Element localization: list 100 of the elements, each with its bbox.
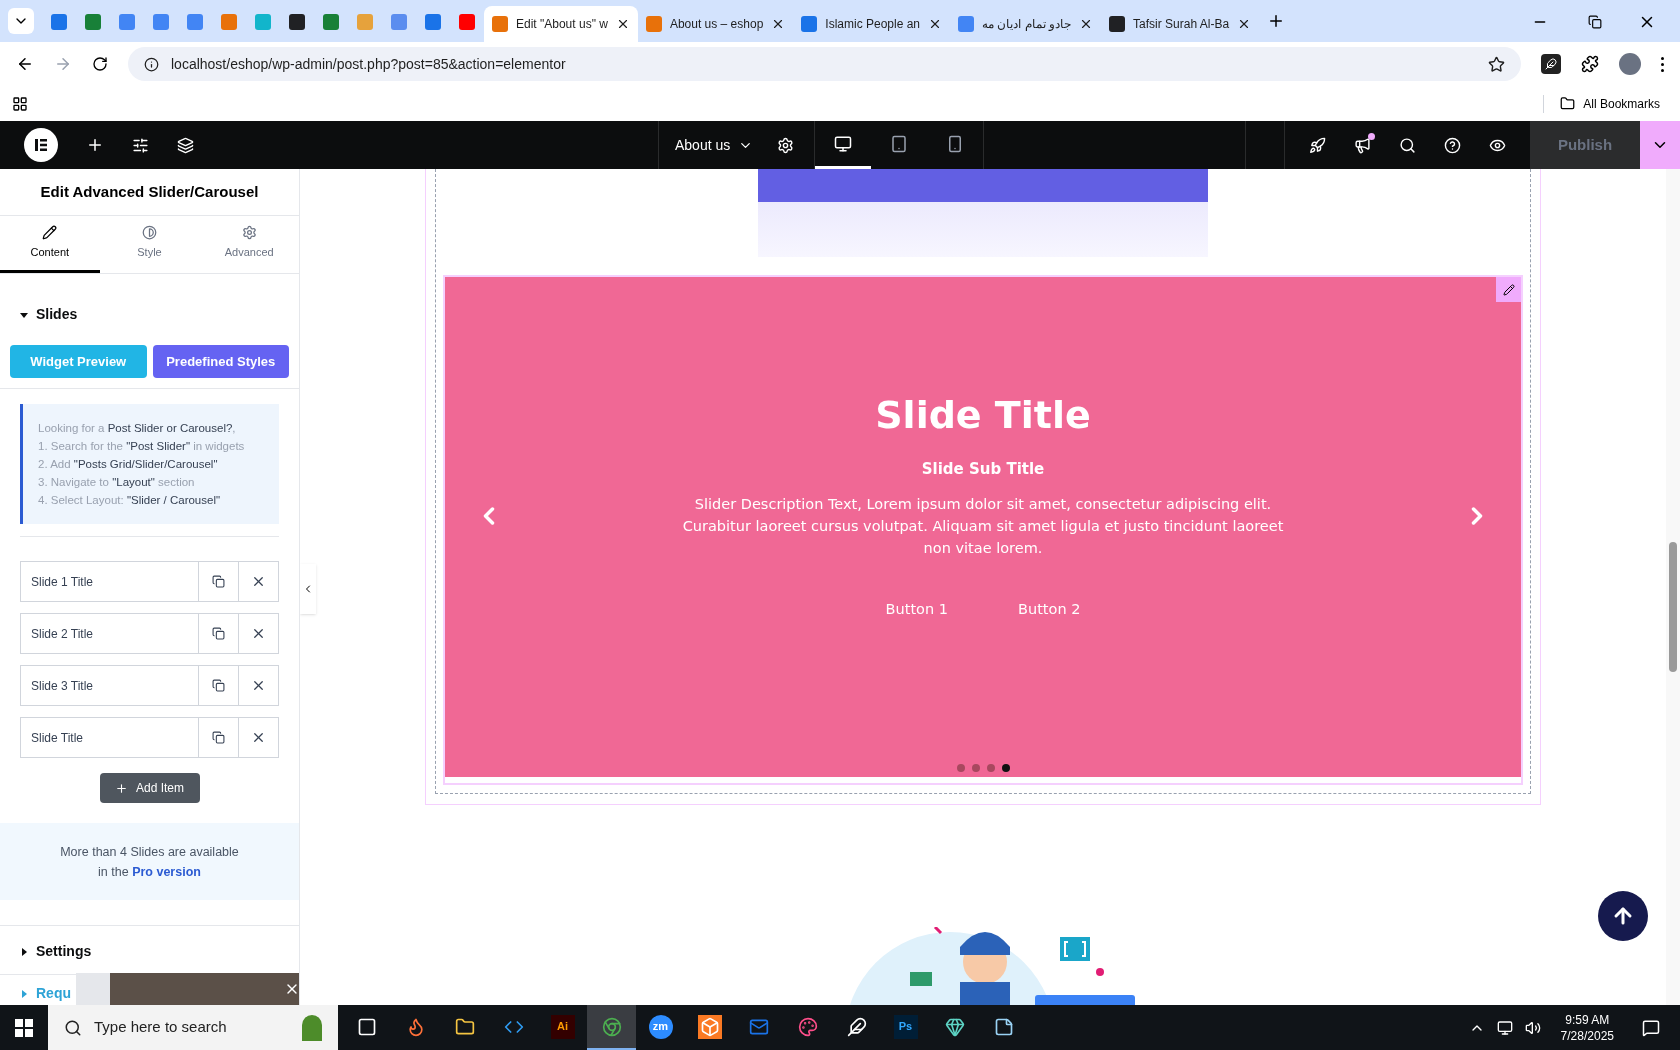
panel-tab[interactable]: Content <box>0 216 100 273</box>
section-header[interactable]: Settings <box>20 941 92 962</box>
edit-widget-button[interactable] <box>1496 277 1521 302</box>
elementor-logo-icon[interactable] <box>24 128 58 162</box>
tab-title: About us – eshop <box>669 16 764 33</box>
tab-title: Edit "About us" w <box>516 16 608 33</box>
desktop-icon <box>834 134 853 153</box>
app-icon <box>993 1016 1014 1037</box>
avatar-icon[interactable] <box>1619 53 1641 75</box>
app-icon <box>797 1016 818 1037</box>
pro-notice-text: More than 4 Slides are available <box>60 843 239 861</box>
pro-version-link[interactable]: Pro version <box>132 864 201 879</box>
browser-tab[interactable]: Tafsir Surah Al-Ba <box>1101 6 1260 42</box>
settings-sliders-icon[interactable] <box>132 136 149 154</box>
extensions-icon[interactable] <box>1581 55 1599 73</box>
slide-item[interactable]: Slide Title <box>20 717 279 758</box>
windows-logo-icon <box>15 1018 33 1037</box>
notice-line: 2. Add "Posts Grid/Slider/Carousel" <box>38 457 219 472</box>
pencil-icon <box>1502 283 1515 296</box>
notice-line: 3. Navigate to "Layout" section <box>38 475 196 490</box>
slide-item-title: Slide 2 Title <box>30 625 95 643</box>
layers-icon[interactable] <box>177 136 194 154</box>
scroll-top-button[interactable] <box>1598 891 1648 941</box>
reload-icon[interactable] <box>92 56 108 72</box>
site-icon <box>459 14 475 30</box>
app-icon <box>601 1016 622 1037</box>
panel-title: Edit Advanced Slider/Carousel <box>0 169 299 216</box>
site-icon <box>187 14 203 30</box>
all-bookmarks-button[interactable]: All Bookmarks <box>1552 94 1668 113</box>
notice-line: 4. Select Layout: "Slider / Carousel" <box>38 493 222 508</box>
apps-icon[interactable] <box>12 95 28 112</box>
copy-icon <box>212 575 225 588</box>
section-header[interactable]: Slides <box>20 304 78 325</box>
network-icon[interactable] <box>1496 1019 1513 1036</box>
tab-title: Tafsir Surah Al-Ba <box>1133 16 1230 33</box>
extension-icon[interactable] <box>1541 54 1561 74</box>
app-icon <box>699 1016 720 1037</box>
settings-icon[interactable] <box>777 136 795 154</box>
address-field[interactable]: localhost/eshop/wp-admin/post.php?post=85&action=elementor <box>128 47 1521 81</box>
site-icon <box>255 14 271 30</box>
tab-search-button[interactable] <box>8 8 34 34</box>
app-icon <box>356 1016 377 1037</box>
pro-notice-text: in the Pro version <box>98 863 201 881</box>
caret-right-icon <box>20 989 28 998</box>
panel-action-button[interactable]: Predefined Styles <box>152 345 289 378</box>
menu-icon[interactable] <box>1661 56 1664 72</box>
app-icon <box>454 1016 475 1037</box>
site-icon <box>85 14 101 30</box>
slide-item[interactable]: Slide 3 Title <box>20 665 279 706</box>
browser-tab[interactable]: Edit "About us" w <box>484 6 638 42</box>
tablet-icon <box>890 134 909 153</box>
taskbar-search-field[interactable]: Type here to search <box>48 1005 338 1050</box>
close-icon <box>251 678 266 693</box>
slide-title: Slide Title <box>875 392 1091 439</box>
panel-tab[interactable]: Advanced <box>199 216 299 273</box>
slide-item[interactable]: Slide 1 Title <box>20 561 279 602</box>
copy-icon <box>212 731 225 744</box>
site-icon <box>391 14 407 30</box>
panel-tab[interactable]: Style <box>99 216 200 273</box>
plant-icon <box>302 1014 322 1041</box>
bookmark-star-icon[interactable] <box>1488 55 1505 73</box>
slide-item-title: Slide 3 Title <box>30 677 95 695</box>
taskbar-app[interactable]: Ps <box>881 1005 930 1050</box>
volume-icon[interactable] <box>1524 1019 1541 1036</box>
close-icon <box>251 626 266 641</box>
slide-item-title: Slide 1 Title <box>30 573 95 591</box>
add-item-button[interactable]: Add Item <box>99 773 200 803</box>
tab-title: Islamic People an <box>825 16 921 33</box>
notice-line: 1. Search for the "Post Slider" in widgets <box>38 439 246 454</box>
search-icon[interactable] <box>1399 136 1416 154</box>
restore-icon[interactable] <box>1588 15 1602 29</box>
taskbar-app[interactable]: Ai <box>538 1005 587 1050</box>
close-icon <box>251 574 266 589</box>
site-icon <box>357 14 373 30</box>
notice-line: Looking for a Post Slider or Carousel?, <box>38 421 237 436</box>
browser-tab[interactable]: About us – eshop <box>637 6 794 42</box>
browser-tab[interactable]: جادو تمام ادیان مه <box>950 6 1102 42</box>
help-icon[interactable] <box>1444 136 1461 154</box>
notifications-icon[interactable] <box>1642 1018 1660 1037</box>
plus-icon <box>115 781 128 795</box>
close-icon <box>251 730 266 745</box>
copy-icon <box>212 679 225 692</box>
browser-tab[interactable]: Islamic People an <box>793 6 951 42</box>
rocket-icon[interactable] <box>1309 136 1326 154</box>
forward-icon[interactable] <box>54 55 72 73</box>
folder-icon <box>1560 96 1576 111</box>
clock[interactable]: 9:59 AM 7/28/2025 <box>1552 1011 1622 1044</box>
gear-icon <box>241 225 257 241</box>
url-text: localhost/eshop/wp-admin/post.php?post=85&action=elementor <box>171 54 566 74</box>
site-icon <box>51 14 67 30</box>
slide-item-title: Slide Title <box>30 729 85 747</box>
caret-right-icon <box>20 947 28 956</box>
back-icon[interactable] <box>16 55 34 73</box>
add-icon[interactable] <box>86 136 104 154</box>
slide-item[interactable]: Slide 2 Title <box>20 613 279 654</box>
page-title-button[interactable]: About us <box>659 121 770 169</box>
caret-down-icon <box>20 310 28 319</box>
search-icon <box>64 1018 82 1037</box>
half-circle-icon <box>142 225 157 241</box>
site-icon <box>289 14 305 30</box>
